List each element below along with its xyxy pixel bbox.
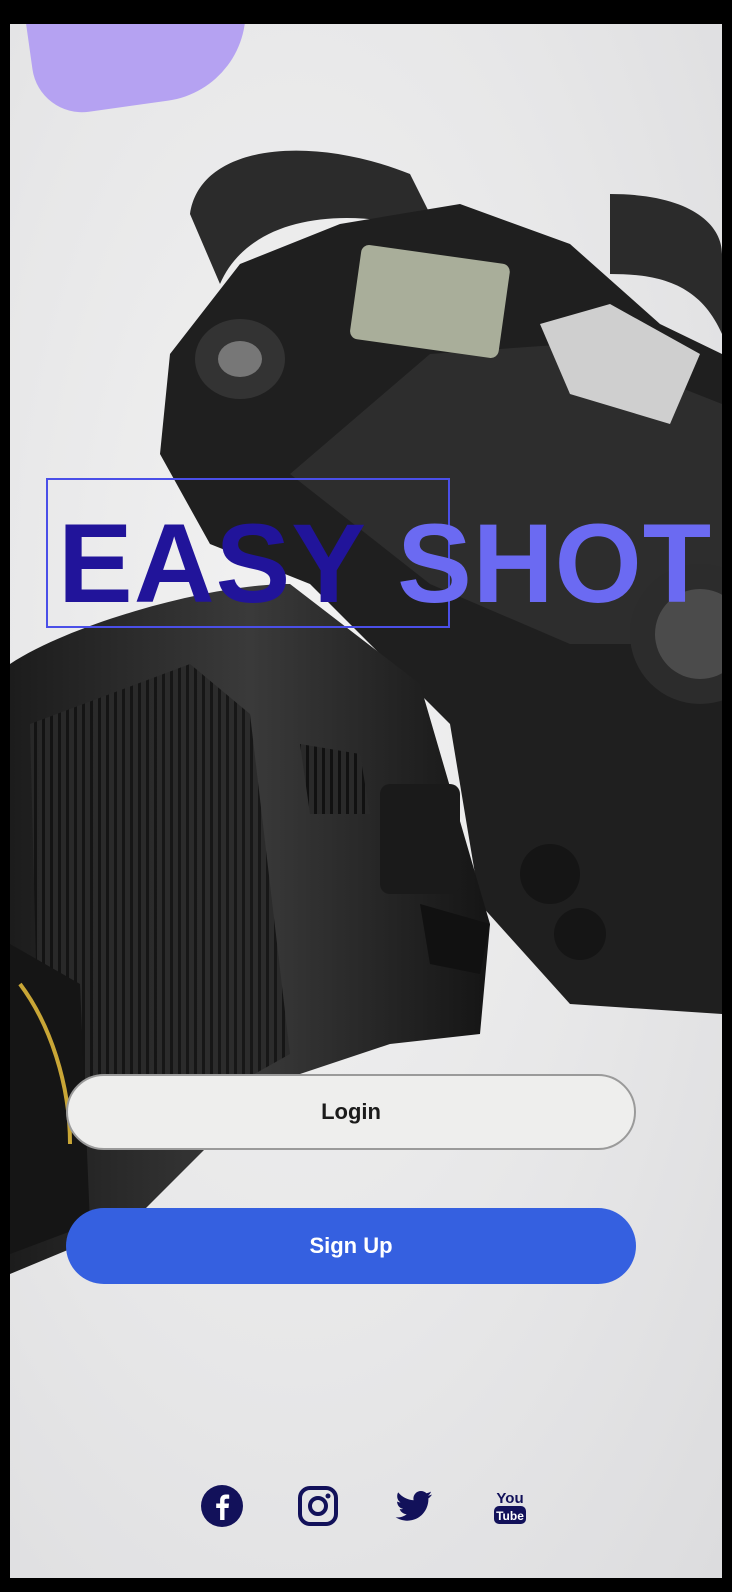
youtube-icon[interactable]: You Tube	[488, 1484, 532, 1528]
instagram-icon[interactable]	[296, 1484, 340, 1528]
facebook-icon[interactable]	[200, 1484, 244, 1528]
signup-button[interactable]: Sign Up	[66, 1208, 636, 1284]
svg-text:Tube: Tube	[496, 1509, 524, 1523]
app-logo-text: EASY SHOT	[58, 508, 712, 620]
svg-text:You: You	[496, 1490, 523, 1507]
brand-part-1: EASY	[58, 501, 365, 626]
brand-part-2: SHOT	[397, 501, 713, 626]
welcome-screen: EASY SHOT Login Sign Up You Tube	[10, 24, 722, 1578]
twitter-icon[interactable]	[392, 1484, 436, 1528]
login-button[interactable]: Login	[66, 1074, 636, 1150]
camera-background-image	[10, 150, 722, 1274]
device-frame: EASY SHOT Login Sign Up You Tube	[0, 0, 732, 1592]
social-links: You Tube	[10, 1484, 722, 1528]
